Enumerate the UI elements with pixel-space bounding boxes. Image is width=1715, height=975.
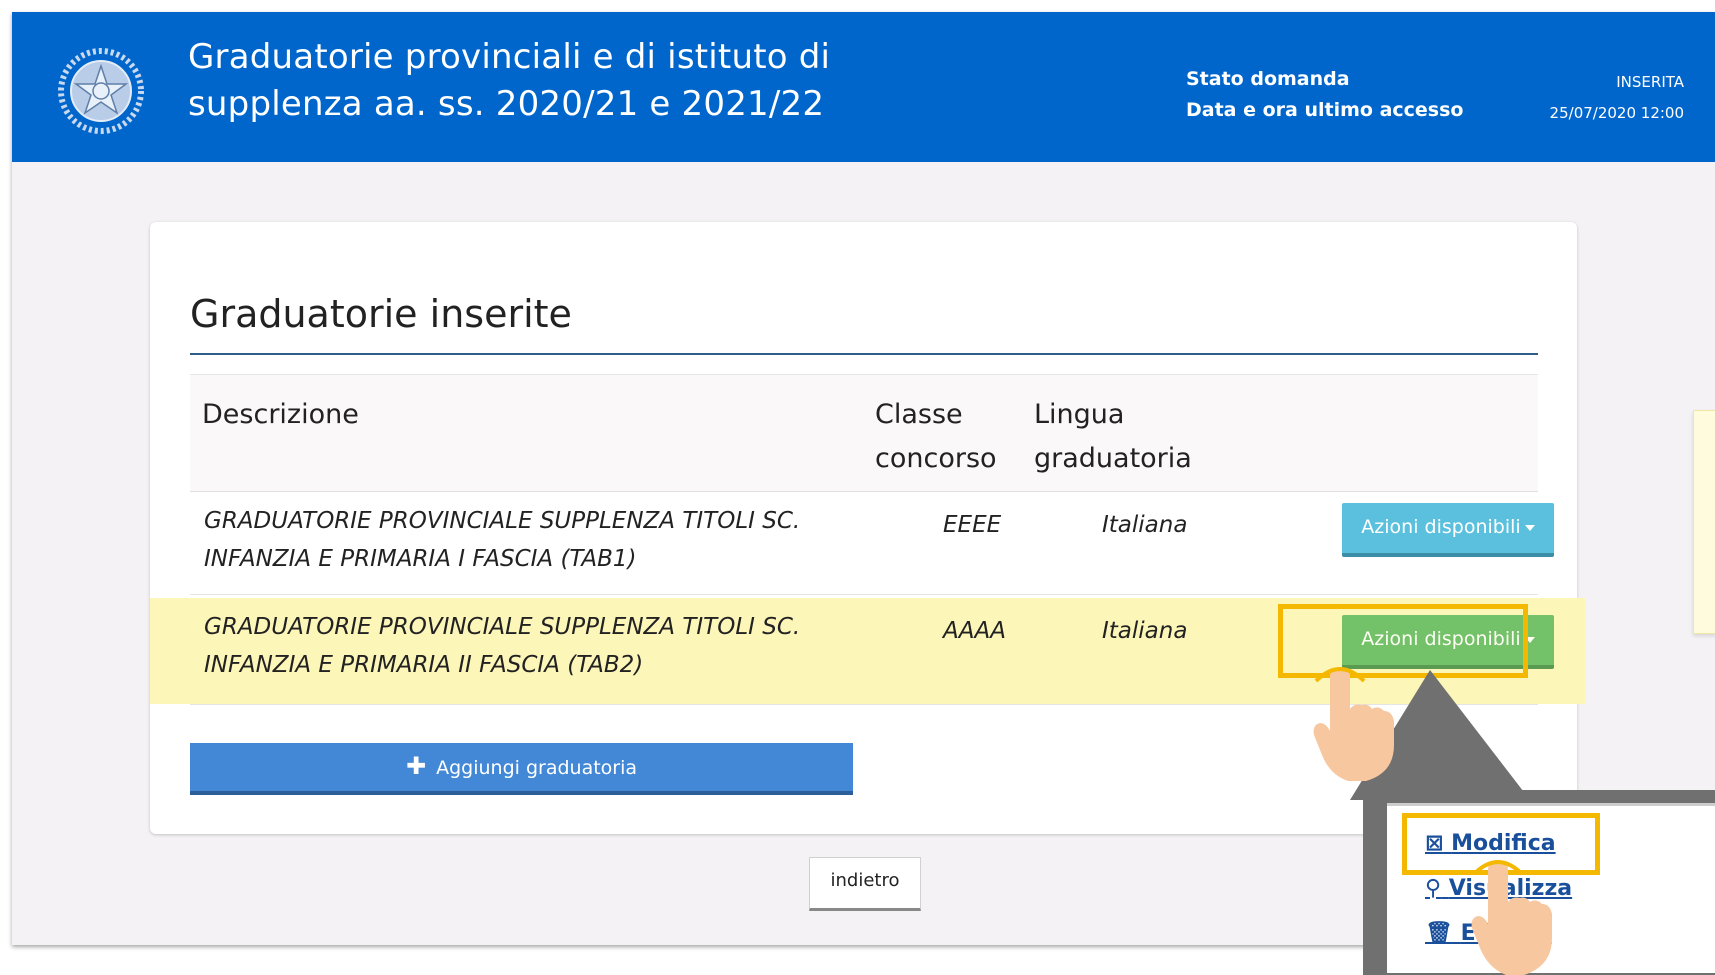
status-values: INSERITA 25/07/2020 12:00 [1550,67,1684,129]
aggiungi-graduatoria-button[interactable]: ✚ Aggiungi graduatoria [190,743,853,795]
row-description: GRADUATORIE PROVINCIALE SUPPLENZA TITOLI… [204,608,884,684]
table-header: Descrizione Classe concorso Lingua gradu… [190,374,1538,492]
section-title: Graduatorie inserite [190,292,572,336]
row-description-line-2: INFANZIA E PRIMARIA I FASCIA (TAB1) [204,546,637,572]
app-title-line-2: supplenza aa. ss. 2020/21 e 2021/22 [188,84,825,124]
row-classe: AAAA [943,618,1006,644]
row-description-line-1: GRADUATORIE PROVINCIALE SUPPLENZA TITOLI… [204,614,801,640]
aggiungi-graduatoria-label: Aggiungi graduatoria [436,757,638,779]
stato-domanda-value: INSERITA [1616,73,1684,91]
column-classe-line-2: concorso [875,443,997,474]
pointer-hand-icon [1313,667,1394,781]
status-labels: Stato domanda Data e ora ultimo accesso [1186,64,1463,126]
column-lingua-line-2: graduatoria [1034,443,1192,474]
azioni-button-label: Azioni disponibili [1361,516,1521,538]
app-title: Graduatorie provinciali e di istituto di… [188,34,830,128]
azioni-disponibili-button[interactable]: Azioni disponibili [1342,503,1554,557]
row-lingua: Italiana [1102,618,1188,644]
stato-domanda-label: Stato domanda [1186,68,1350,90]
row-lingua: Italiana [1102,512,1188,538]
section-divider [190,353,1538,355]
column-descrizione: Descrizione [202,399,359,430]
ultimo-accesso-value: 25/07/2020 12:00 [1549,104,1684,122]
row-description-line-1: GRADUATORIE PROVINCIALE SUPPLENZA TITOLI… [204,508,801,534]
row-description-line-2: INFANZIA E PRIMARIA II FASCIA (TAB2) [204,652,644,678]
column-classe-concorso: Classe concorso [875,393,997,481]
pointer-hand-icon [1471,860,1552,975]
ultimo-accesso-label: Data e ora ultimo accesso [1186,99,1464,121]
table-row: GRADUATORIE PROVINCIALE SUPPLENZA TITOLI… [190,490,1554,595]
column-lingua-graduatoria: Lingua graduatoria [1034,393,1192,481]
indietro-button[interactable]: indietro [809,857,921,911]
app-title-line-1: Graduatorie provinciali e di istituto di [188,37,831,77]
row-classe: EEEE [943,512,1002,538]
emblem-logo [58,48,144,134]
side-note-panel [1693,410,1715,634]
column-lingua-line-1: Lingua [1034,399,1125,430]
column-classe-line-1: Classe [875,399,963,430]
app-header: Graduatorie provinciali e di istituto di… [12,12,1715,162]
row-description: GRADUATORIE PROVINCIALE SUPPLENZA TITOLI… [204,502,884,578]
caret-down-icon [1524,524,1535,531]
plus-icon: ✚ [405,752,427,780]
search-icon: ⚲ [1425,876,1442,901]
trash-icon: 🗑 [1425,921,1453,946]
